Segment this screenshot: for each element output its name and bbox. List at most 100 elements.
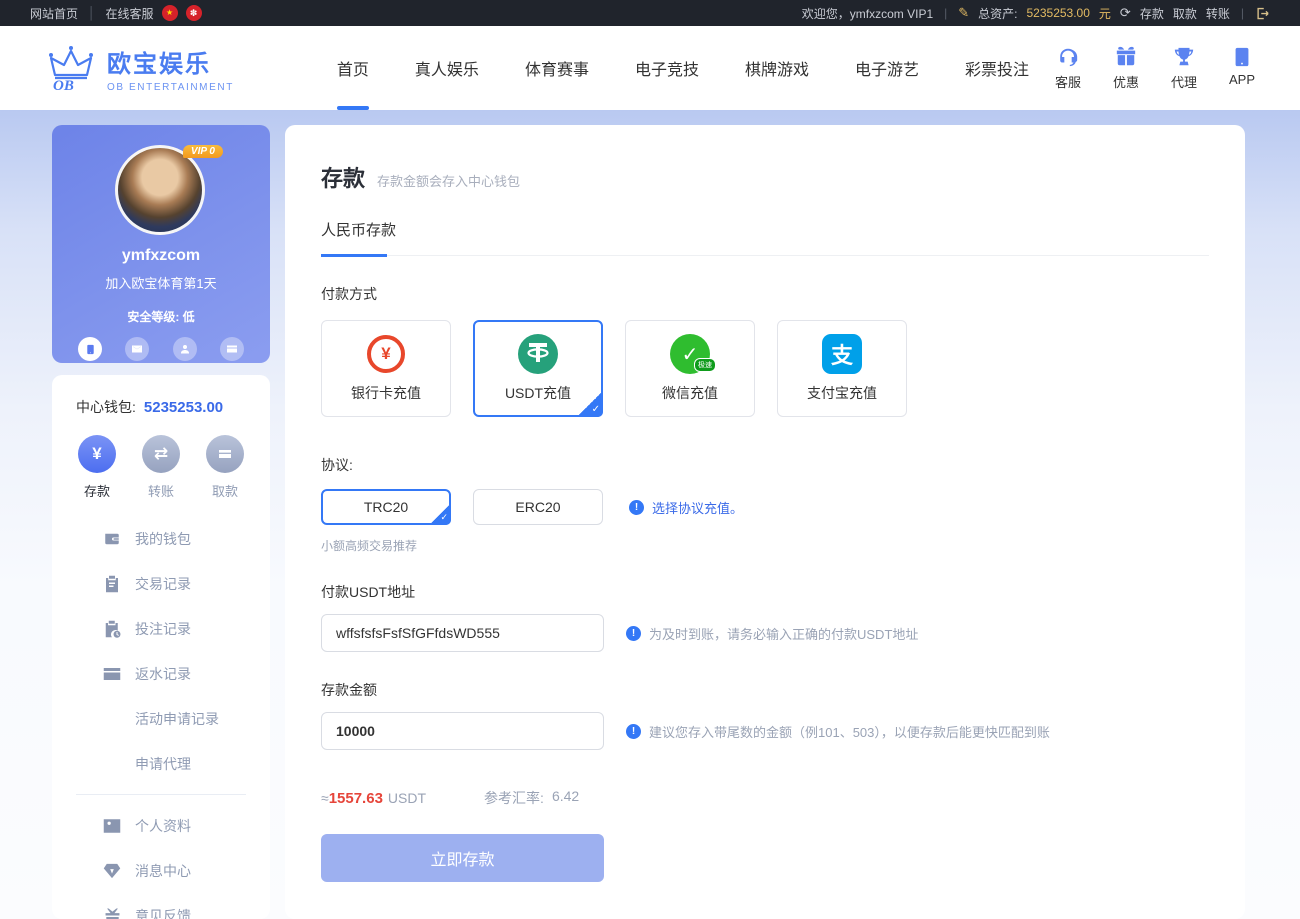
tab-cny-deposit[interactable]: 人民币存款 <box>321 219 396 255</box>
menu-label: 意见反馈 <box>135 906 191 919</box>
center-wallet-label: 中心钱包: <box>76 397 136 417</box>
nav-item-slots[interactable]: 电子游艺 <box>832 26 942 110</box>
icon-label: 代理 <box>1171 72 1197 91</box>
icon-label: 客服 <box>1055 72 1081 91</box>
payment-card-alipay[interactable]: 支 支付宝充值 <box>777 320 907 417</box>
wallet-panel: 中心钱包: 5235253.00 ¥ 存款 ⇄ 转账 取款 我的钱包 <box>52 375 270 919</box>
bankcard-verify-icon[interactable] <box>220 337 244 361</box>
action-deposit[interactable]: ¥ 存款 <box>78 435 116 500</box>
payment-card-usdt[interactable]: USDT充值 ✓ <box>473 320 603 417</box>
phone-verify-icon[interactable] <box>78 337 102 361</box>
sidebar-item-rebate-records[interactable]: 返水记录 <box>52 651 270 696</box>
sidebar-item-transaction-records[interactable]: 交易记录 <box>52 561 270 606</box>
app-download-button[interactable]: APP <box>1229 46 1255 91</box>
sidebar-item-apply-agent[interactable]: 申请代理 <box>52 741 270 786</box>
email-verify-icon[interactable] <box>125 337 149 361</box>
avatar[interactable] <box>115 145 205 235</box>
action-transfer[interactable]: ⇄ 转账 <box>142 435 180 500</box>
action-withdraw[interactable]: 取款 <box>206 435 244 500</box>
topbar-deposit-link[interactable]: 存款 <box>1140 5 1164 22</box>
payment-card-bank[interactable]: ¥ 银行卡充值 <box>321 320 451 417</box>
hongkong-flag-icon[interactable]: ✽ <box>186 5 202 21</box>
transfer-arrows-icon: ⇄ <box>142 435 180 473</box>
site-home-link[interactable]: 网站首页 <box>30 5 78 22</box>
page-title: 存款 <box>321 161 365 193</box>
china-flag-icon[interactable]: ★ <box>162 5 178 21</box>
topbar-withdraw-link[interactable]: 取款 <box>1173 5 1197 22</box>
protocol-note-text: 小额高频交易推荐 <box>321 537 1209 554</box>
identity-verify-icon[interactable] <box>173 337 197 361</box>
customer-service-button[interactable]: 客服 <box>1055 46 1081 91</box>
divider: | <box>944 6 947 20</box>
protocol-option-label: ERC20 <box>515 499 560 515</box>
nav-item-home[interactable]: 首页 <box>314 26 392 110</box>
protocol-trc20-button[interactable]: TRC20 ✓ <box>321 489 451 525</box>
submit-deposit-button[interactable]: 立即存款 <box>321 834 604 882</box>
nav-item-live-casino[interactable]: 真人娱乐 <box>392 26 502 110</box>
icon-label: 优惠 <box>1113 72 1139 91</box>
nav-label: 电子游艺 <box>855 56 919 80</box>
protocol-erc20-button[interactable]: ERC20 <box>473 489 603 525</box>
sidebar-item-message-center[interactable]: 消息中心 <box>52 848 270 893</box>
usdt-tether-icon <box>518 334 558 374</box>
nav-item-board-games[interactable]: 棋牌游戏 <box>722 26 832 110</box>
info-icon: ! <box>626 626 641 641</box>
wallet-icon <box>102 530 122 548</box>
sidebar-item-feedback[interactable]: 意见反馈 <box>52 893 270 919</box>
user-card: VIP 0 ymfxzcom 加入欧宝体育第1天 安全等级: 低 <box>52 125 270 363</box>
logout-icon[interactable] <box>1255 6 1270 21</box>
id-card-icon <box>102 818 122 834</box>
online-service-link[interactable]: 在线客服 <box>106 5 154 22</box>
welcome-text: 欢迎您，ymfxzcom VIP1 <box>802 5 933 22</box>
promotions-button[interactable]: 优惠 <box>1113 46 1139 91</box>
payment-card-wechat[interactable]: ✓ 极速 微信充值 <box>625 320 755 417</box>
nav-item-esports[interactable]: 电子竞技 <box>612 26 722 110</box>
rebate-card-icon <box>102 666 122 682</box>
protocol-option-label: TRC20 <box>364 499 408 515</box>
menu-label: 投注记录 <box>135 619 191 639</box>
usdt-address-input[interactable] <box>321 614 604 652</box>
approx-symbol: ≈ <box>321 790 329 806</box>
wechat-pay-icon: ✓ 极速 <box>670 334 710 374</box>
phone-icon <box>1231 46 1253 68</box>
sidebar-item-bet-records[interactable]: 投注记录 <box>52 606 270 651</box>
edit-pencil-icon[interactable]: ✎ <box>958 5 969 21</box>
flower-glyph: ✽ <box>190 9 198 18</box>
svg-text:OB: OB <box>53 78 74 91</box>
nav-label: 体育赛事 <box>525 56 589 80</box>
trophy-icon <box>1173 46 1195 68</box>
payment-label: 银行卡充值 <box>351 383 421 403</box>
sidebar-item-activity-records[interactable]: 活动申请记录 <box>52 696 270 741</box>
feedback-box-icon <box>102 907 122 919</box>
menu-label: 返水记录 <box>135 664 191 684</box>
refresh-icon[interactable]: ⟳ <box>1120 5 1131 21</box>
join-days-text: 加入欧宝体育第1天 <box>52 273 270 292</box>
agent-button[interactable]: 代理 <box>1171 46 1197 91</box>
yen-icon: ¥ <box>78 435 116 473</box>
site-logo[interactable]: OB 欧宝娱乐 OB ENTERTAINMENT <box>45 44 234 93</box>
action-label: 取款 <box>212 481 238 500</box>
payment-method-label: 付款方式 <box>321 284 1209 304</box>
info-icon: ! <box>626 724 641 739</box>
usdt-unit: USDT <box>388 790 426 806</box>
main-nav: 首页 真人娱乐 体育赛事 电子竞技 棋牌游戏 电子游艺 彩票投注 <box>314 26 1052 110</box>
sidebar-item-profile[interactable]: 个人资料 <box>52 803 270 848</box>
action-label: 存款 <box>84 481 110 500</box>
divider: | <box>1241 6 1244 20</box>
security-level-text: 安全等级: 低 <box>52 308 270 325</box>
address-hint-text: 为及时到账，请务必输入正确的付款USDT地址 <box>649 624 918 643</box>
divider <box>76 794 246 795</box>
deposit-amount-input[interactable] <box>321 712 604 750</box>
nav-item-lottery[interactable]: 彩票投注 <box>942 26 1052 110</box>
nav-label: 彩票投注 <box>965 56 1029 80</box>
bet-record-icon <box>102 620 122 638</box>
sidebar-item-my-wallet[interactable]: 我的钱包 <box>52 516 270 561</box>
amount-hint-text: 建议您存入带尾数的金额（例101、503），以便存款后能更快匹配到账 <box>649 722 1050 741</box>
nav-item-sports[interactable]: 体育赛事 <box>502 26 612 110</box>
center-wallet-value[interactable]: 5235253.00 <box>144 399 223 416</box>
total-assets-unit: 元 <box>1099 5 1111 22</box>
payment-label: 支付宝充值 <box>807 383 877 403</box>
bank-recharge-icon: ¥ <box>366 334 406 374</box>
topbar-transfer-link[interactable]: 转账 <box>1206 5 1230 22</box>
selected-check-icon: ✓ <box>577 391 603 417</box>
